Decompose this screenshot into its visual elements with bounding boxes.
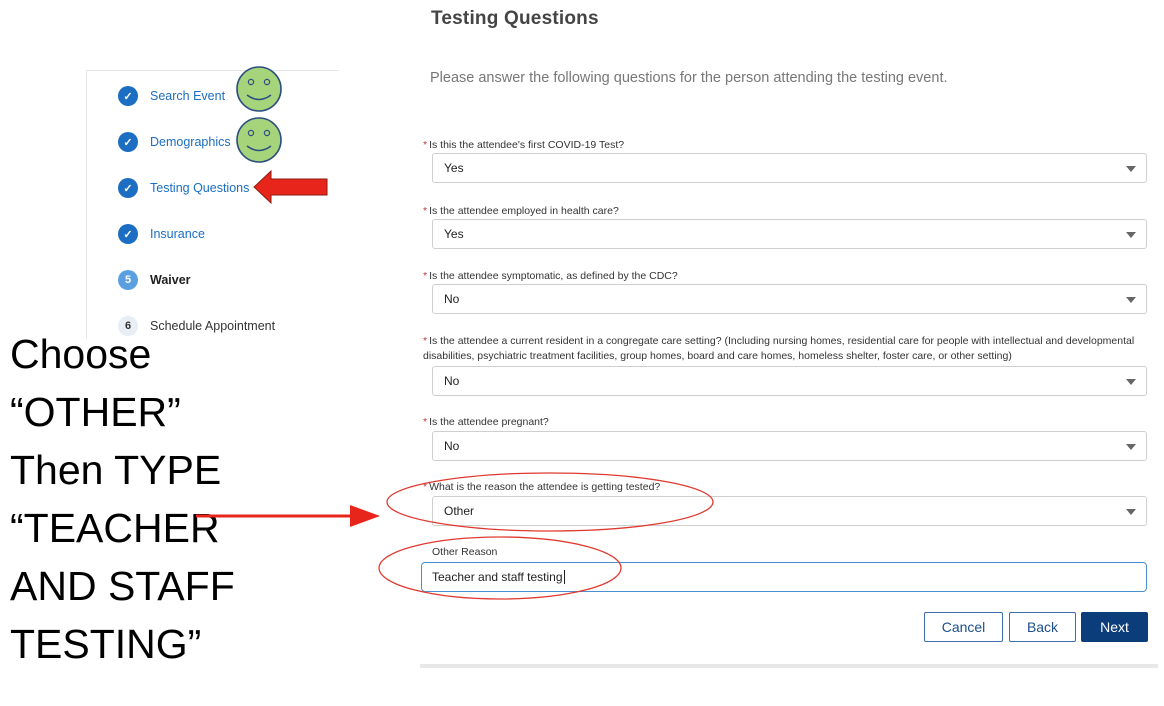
- annotation-overlay: [196, 66, 714, 600]
- highlight-ellipse: [378, 536, 622, 600]
- arrow-right-icon: [350, 505, 380, 527]
- highlight-ellipse: [386, 472, 714, 532]
- smiley-icon: [236, 117, 282, 163]
- smiley-icon: [236, 66, 282, 112]
- arrow-left-icon: [253, 169, 328, 205]
